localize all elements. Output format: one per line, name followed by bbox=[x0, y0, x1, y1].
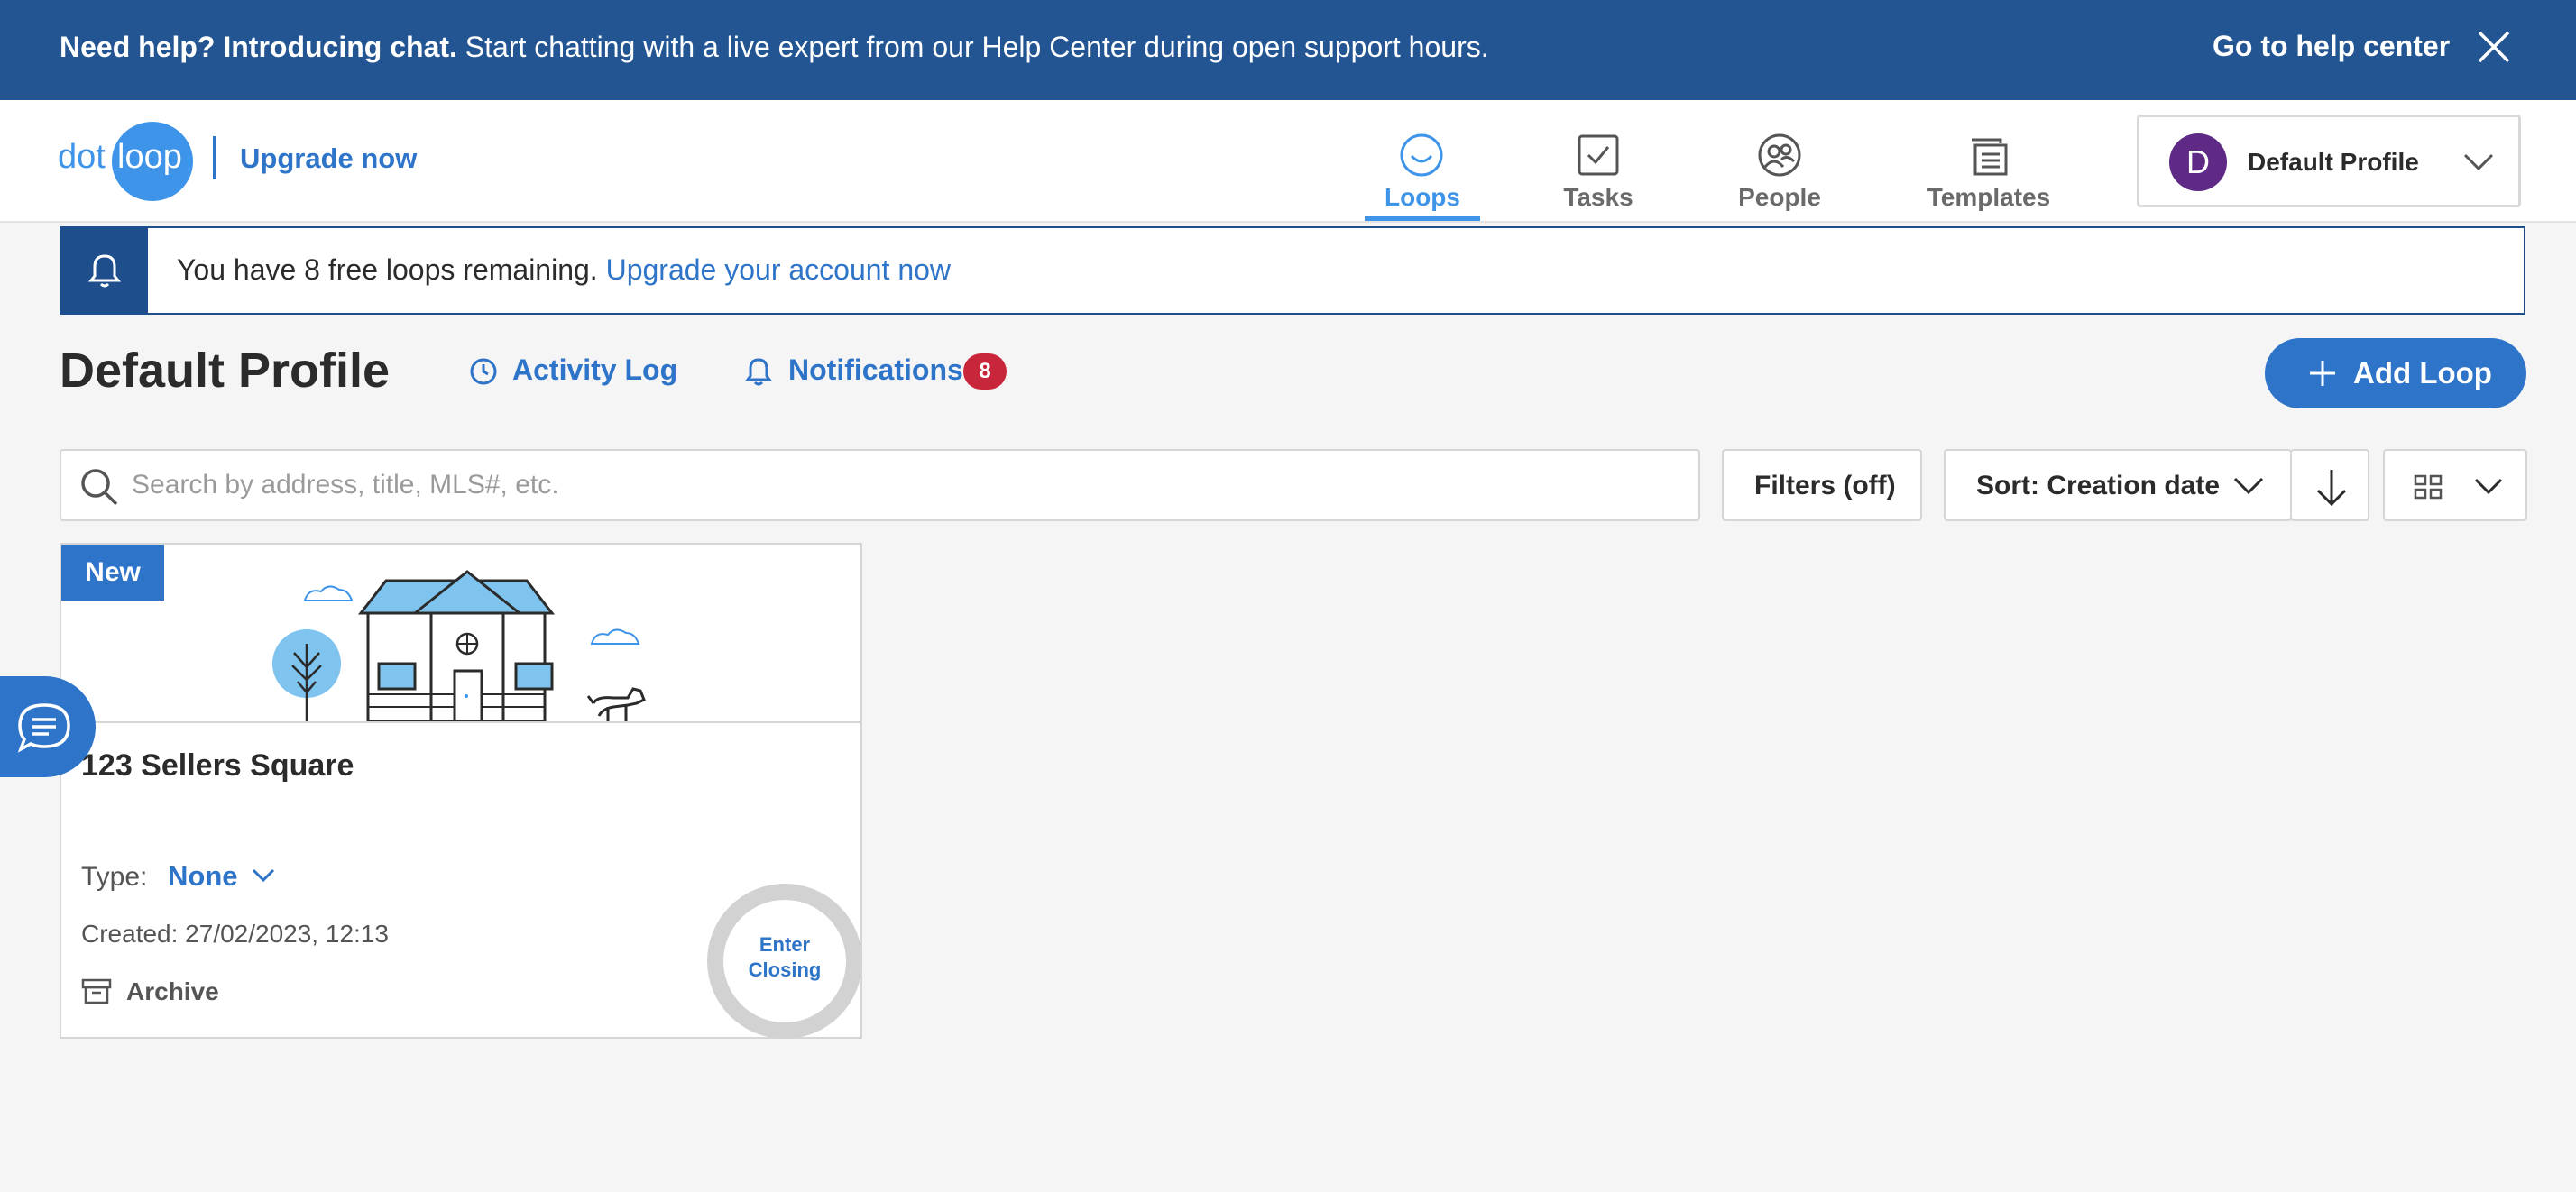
alert-message: You have 8 free loops remaining. Upgrade… bbox=[177, 253, 951, 287]
nav-active-underline bbox=[1365, 216, 1480, 221]
loops-icon bbox=[1400, 133, 1443, 177]
people-icon bbox=[1758, 133, 1801, 177]
search-box bbox=[60, 449, 1700, 521]
filters-label: Filters (off) bbox=[1754, 471, 1896, 500]
loop-type-label: Type: bbox=[81, 862, 148, 892]
archive-link[interactable]: Archive bbox=[126, 977, 219, 1006]
dotloop-logo[interactable]: dot loop bbox=[58, 122, 193, 203]
page-title: Default Profile bbox=[60, 344, 391, 398]
house-illustration-icon bbox=[272, 570, 646, 721]
loop-created-date: Created: 27/02/2023, 12:13 bbox=[81, 920, 389, 948]
help-banner-bold: Need help? Introducing chat. bbox=[60, 31, 457, 63]
help-banner-message: Start chatting with a live expert from o… bbox=[456, 31, 1489, 63]
help-banner: Need help? Introducing chat. Start chatt… bbox=[0, 0, 2576, 100]
go-to-help-center-link[interactable]: Go to help center bbox=[2213, 28, 2450, 64]
search-input[interactable] bbox=[132, 462, 1665, 509]
sort-direction-button[interactable] bbox=[2290, 449, 2369, 521]
house-illustration bbox=[61, 545, 860, 723]
status-line-1: Enter bbox=[759, 933, 811, 956]
status-line-2: Closing bbox=[748, 958, 822, 981]
chevron-down-icon bbox=[2474, 478, 2503, 495]
view-mode-dropdown[interactable] bbox=[2383, 449, 2527, 521]
notifications-count-badge: 8 bbox=[963, 353, 1007, 390]
clock-icon bbox=[470, 358, 497, 385]
chat-icon bbox=[17, 703, 70, 753]
archive-icon[interactable] bbox=[81, 977, 112, 1004]
help-banner-text: Need help? Introducing chat. Start chatt… bbox=[60, 29, 1489, 65]
avatar: D bbox=[2169, 133, 2227, 191]
upgrade-account-link[interactable]: Upgrade your account now bbox=[606, 253, 951, 286]
sort-dropdown[interactable]: Sort: Creation date bbox=[1944, 449, 2292, 521]
add-loop-label: Add Loop bbox=[2353, 356, 2492, 390]
alert-text: You have 8 free loops remaining. bbox=[177, 253, 606, 286]
nav-people-label: People bbox=[1738, 183, 1821, 211]
logo-divider bbox=[213, 136, 216, 179]
close-icon[interactable] bbox=[2477, 30, 2511, 64]
loop-title[interactable]: 123 Sellers Square bbox=[81, 748, 354, 784]
nav-tasks[interactable]: Tasks bbox=[1548, 100, 1649, 223]
activity-log-label: Activity Log bbox=[512, 353, 678, 386]
alert-icon-box bbox=[61, 228, 148, 313]
plus-icon bbox=[2310, 361, 2335, 386]
notifications-label: Notifications bbox=[788, 353, 963, 386]
filters-button[interactable]: Filters (off) bbox=[1722, 449, 1922, 521]
logo-text-loop: loop bbox=[117, 138, 182, 176]
templates-icon bbox=[1972, 138, 2008, 176]
upgrade-now-link[interactable]: Upgrade now bbox=[240, 142, 417, 175]
new-badge: New bbox=[61, 545, 164, 601]
profile-switcher[interactable]: D Default Profile bbox=[2137, 115, 2521, 207]
sort-label: Sort: Creation date bbox=[1976, 471, 2221, 500]
nav-tasks-label: Tasks bbox=[1563, 183, 1633, 211]
top-navigation: dot loop Upgrade now Loops Tasks People … bbox=[0, 100, 2576, 223]
nav-loops[interactable]: Loops bbox=[1365, 100, 1480, 223]
chevron-down-icon[interactable] bbox=[251, 867, 276, 884]
profile-name: Default Profile bbox=[2248, 148, 2419, 176]
chevron-down-icon bbox=[2233, 477, 2264, 495]
enter-closing-status[interactable]: Enter Closing bbox=[707, 884, 862, 1039]
add-loop-button[interactable]: Add Loop bbox=[2265, 338, 2526, 408]
bell-icon bbox=[88, 254, 121, 288]
nav-templates[interactable]: Templates bbox=[1922, 100, 2056, 223]
tasks-icon bbox=[1578, 134, 1619, 176]
nav-templates-label: Templates bbox=[1927, 183, 2051, 211]
bell-icon bbox=[745, 358, 772, 386]
grid-view-icon bbox=[2414, 474, 2443, 500]
logo-text-dot: dot bbox=[58, 138, 106, 176]
enter-closing-text: Enter Closing bbox=[723, 932, 846, 983]
chevron-down-icon bbox=[2463, 153, 2494, 171]
notifications-link[interactable]: Notifications bbox=[745, 353, 963, 393]
nav-people[interactable]: People bbox=[1729, 100, 1830, 223]
search-icon bbox=[81, 469, 118, 506]
arrow-down-icon bbox=[2316, 470, 2347, 507]
nav-loops-label: Loops bbox=[1385, 183, 1460, 211]
loop-type-dropdown[interactable]: None bbox=[168, 860, 238, 893]
activity-log-link[interactable]: Activity Log bbox=[469, 353, 677, 393]
enter-closing-inner: Enter Closing bbox=[723, 900, 846, 1022]
free-loops-alert: You have 8 free loops remaining. Upgrade… bbox=[60, 226, 2525, 315]
